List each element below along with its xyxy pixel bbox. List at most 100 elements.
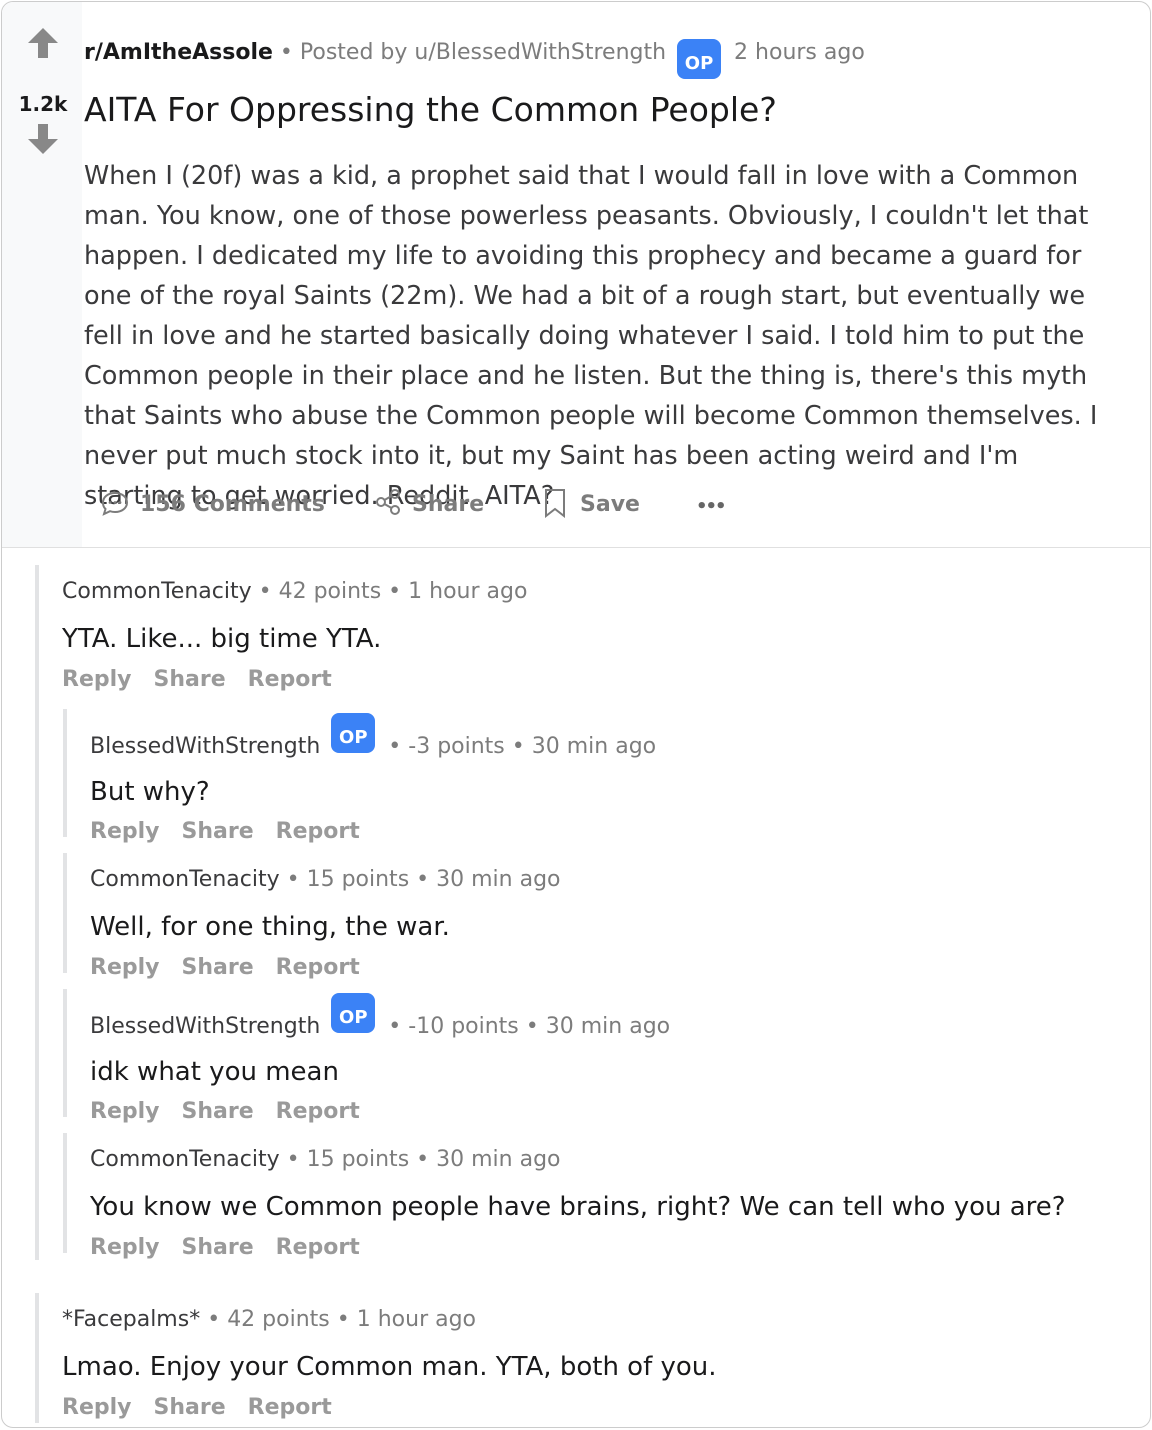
more-options-button[interactable]: •••: [696, 496, 726, 517]
comment-text: idk what you mean: [90, 1057, 339, 1087]
comment-text: Lmao. Enjoy your Common man. YTA, both o…: [62, 1352, 717, 1382]
thread-line-nested-2: [63, 853, 67, 973]
thread-line-bottom: [35, 1293, 39, 1423]
comment-text: YTA. Like... big time YTA.: [62, 624, 382, 654]
thread-line-nested-3: [63, 989, 67, 1117]
comment-points: 15 points: [306, 1147, 410, 1172]
share-button[interactable]: Share: [182, 1099, 254, 1124]
share-icon: [376, 489, 400, 515]
share-button[interactable]: Share: [154, 1395, 226, 1420]
comment-actions: Reply Share Report: [90, 1099, 382, 1124]
report-button[interactable]: Report: [248, 1395, 332, 1420]
meta-separator: •: [525, 1014, 539, 1039]
reply-button[interactable]: Reply: [90, 1235, 160, 1260]
meta-separator: •: [207, 1307, 221, 1332]
share-button[interactable]: Share: [182, 819, 254, 844]
meta-separator: •: [388, 734, 402, 759]
share-button[interactable]: Share: [182, 955, 254, 980]
reply-button[interactable]: Reply: [62, 667, 132, 692]
post: 1.2k r/AmItheAssole • Posted by u/Blesse…: [2, 2, 1150, 548]
op-badge: OP: [677, 39, 722, 79]
posted-by[interactable]: Posted by u/BlessedWithStrength: [300, 40, 666, 65]
bookmark-icon: [545, 489, 565, 518]
report-button[interactable]: Report: [276, 955, 360, 980]
comment-actions: Reply Share Report: [90, 955, 382, 980]
comment-time: 30 min ago: [436, 867, 561, 892]
comment-meta: CommonTenacity • 15 points • 30 min ago: [90, 867, 561, 892]
comment-time: 1 hour ago: [408, 579, 528, 604]
op-badge: OP: [331, 993, 376, 1033]
meta-separator: •: [416, 867, 430, 892]
thread-line-top: [35, 565, 39, 1260]
thread-line-nested-1: [63, 709, 67, 837]
share-button[interactable]: Share: [182, 1235, 254, 1260]
comment-points: -3 points: [408, 734, 505, 759]
save-label: Save: [580, 492, 640, 517]
comment-actions: Reply Share Report: [62, 667, 354, 692]
comment-actions: Reply Share Report: [90, 819, 382, 844]
comment-author[interactable]: BlessedWithStrength: [90, 734, 320, 759]
meta-separator: •: [286, 1147, 300, 1172]
reply-button[interactable]: Reply: [62, 1395, 132, 1420]
more-dots-icon: •••: [696, 496, 726, 517]
comments-button[interactable]: 156 Comments: [100, 491, 325, 517]
share-label: Share: [412, 492, 485, 517]
comments-label: 156 Comments: [140, 492, 325, 517]
comment-points: 42 points: [227, 1307, 330, 1332]
report-button[interactable]: Report: [248, 667, 332, 692]
vote-score: 1.2k: [18, 92, 68, 116]
comment-author[interactable]: CommonTenacity: [62, 579, 252, 604]
comment-text: But why?: [90, 777, 210, 807]
comment-meta: BlessedWithStrength OP • -10 points • 30…: [90, 993, 671, 1047]
meta-separator: •: [286, 867, 300, 892]
share-button[interactable]: Share: [154, 667, 226, 692]
comment-text: You know we Common people have brains, r…: [90, 1192, 1066, 1222]
thread-line-nested-4: [63, 1133, 67, 1253]
comment-meta: *Facepalms* • 42 points • 1 hour ago: [62, 1307, 476, 1332]
vote-column: 1.2k: [2, 2, 82, 547]
reply-button[interactable]: Reply: [90, 1099, 160, 1124]
report-button[interactable]: Report: [276, 819, 360, 844]
post-card: 1.2k r/AmItheAssole • Posted by u/Blesse…: [1, 1, 1151, 1428]
report-button[interactable]: Report: [276, 1235, 360, 1260]
downvote-arrow-icon[interactable]: [26, 122, 60, 156]
comment-author[interactable]: CommonTenacity: [90, 1147, 280, 1172]
meta-separator: •: [279, 40, 293, 65]
comment-time: 30 min ago: [531, 734, 657, 759]
comment-actions: Reply Share Report: [62, 1395, 354, 1420]
op-badge: OP: [331, 713, 376, 753]
meta-separator: •: [258, 579, 272, 604]
meta-separator: •: [388, 1014, 402, 1039]
comment-actions: Reply Share Report: [90, 1235, 382, 1260]
reply-button[interactable]: Reply: [90, 955, 160, 980]
meta-separator: •: [336, 1307, 350, 1332]
meta-separator: •: [416, 1147, 430, 1172]
subreddit-link[interactable]: r/AmItheAssole: [84, 40, 273, 65]
comment-meta: CommonTenacity • 15 points • 30 min ago: [90, 1147, 561, 1172]
comment-icon: [101, 491, 129, 516]
comment-author[interactable]: *Facepalms*: [62, 1307, 200, 1332]
comment-author[interactable]: BlessedWithStrength: [90, 1014, 320, 1039]
post-meta: r/AmItheAssole • Posted by u/BlessedWith…: [84, 39, 865, 79]
post-time: 2 hours ago: [734, 40, 865, 65]
upvote-arrow-icon[interactable]: [26, 26, 60, 60]
comment-points: -10 points: [408, 1014, 519, 1039]
comment-time: 1 hour ago: [356, 1307, 477, 1332]
comment-text: Well, for one thing, the war.: [90, 912, 450, 942]
report-button[interactable]: Report: [276, 1099, 360, 1124]
comment-time: 30 min ago: [436, 1147, 561, 1172]
comment-time: 30 min ago: [545, 1014, 671, 1039]
post-actions: 156 Comments Share Save •••: [84, 482, 1144, 542]
comment-points: 15 points: [306, 867, 410, 892]
post-title[interactable]: AITA For Oppressing the Common People?: [84, 90, 777, 129]
reply-button[interactable]: Reply: [90, 819, 160, 844]
post-body: When I (20f) was a kid, a prophet said t…: [84, 161, 1098, 511]
comment-meta: BlessedWithStrength OP • -3 points • 30 …: [90, 713, 657, 767]
comment-points: 42 points: [278, 579, 382, 604]
meta-separator: •: [511, 734, 525, 759]
share-button[interactable]: Share: [374, 489, 485, 517]
save-button[interactable]: Save: [542, 489, 640, 518]
comment-meta: CommonTenacity • 42 points • 1 hour ago: [62, 579, 527, 604]
meta-separator: •: [388, 579, 402, 604]
comment-author[interactable]: CommonTenacity: [90, 867, 280, 892]
